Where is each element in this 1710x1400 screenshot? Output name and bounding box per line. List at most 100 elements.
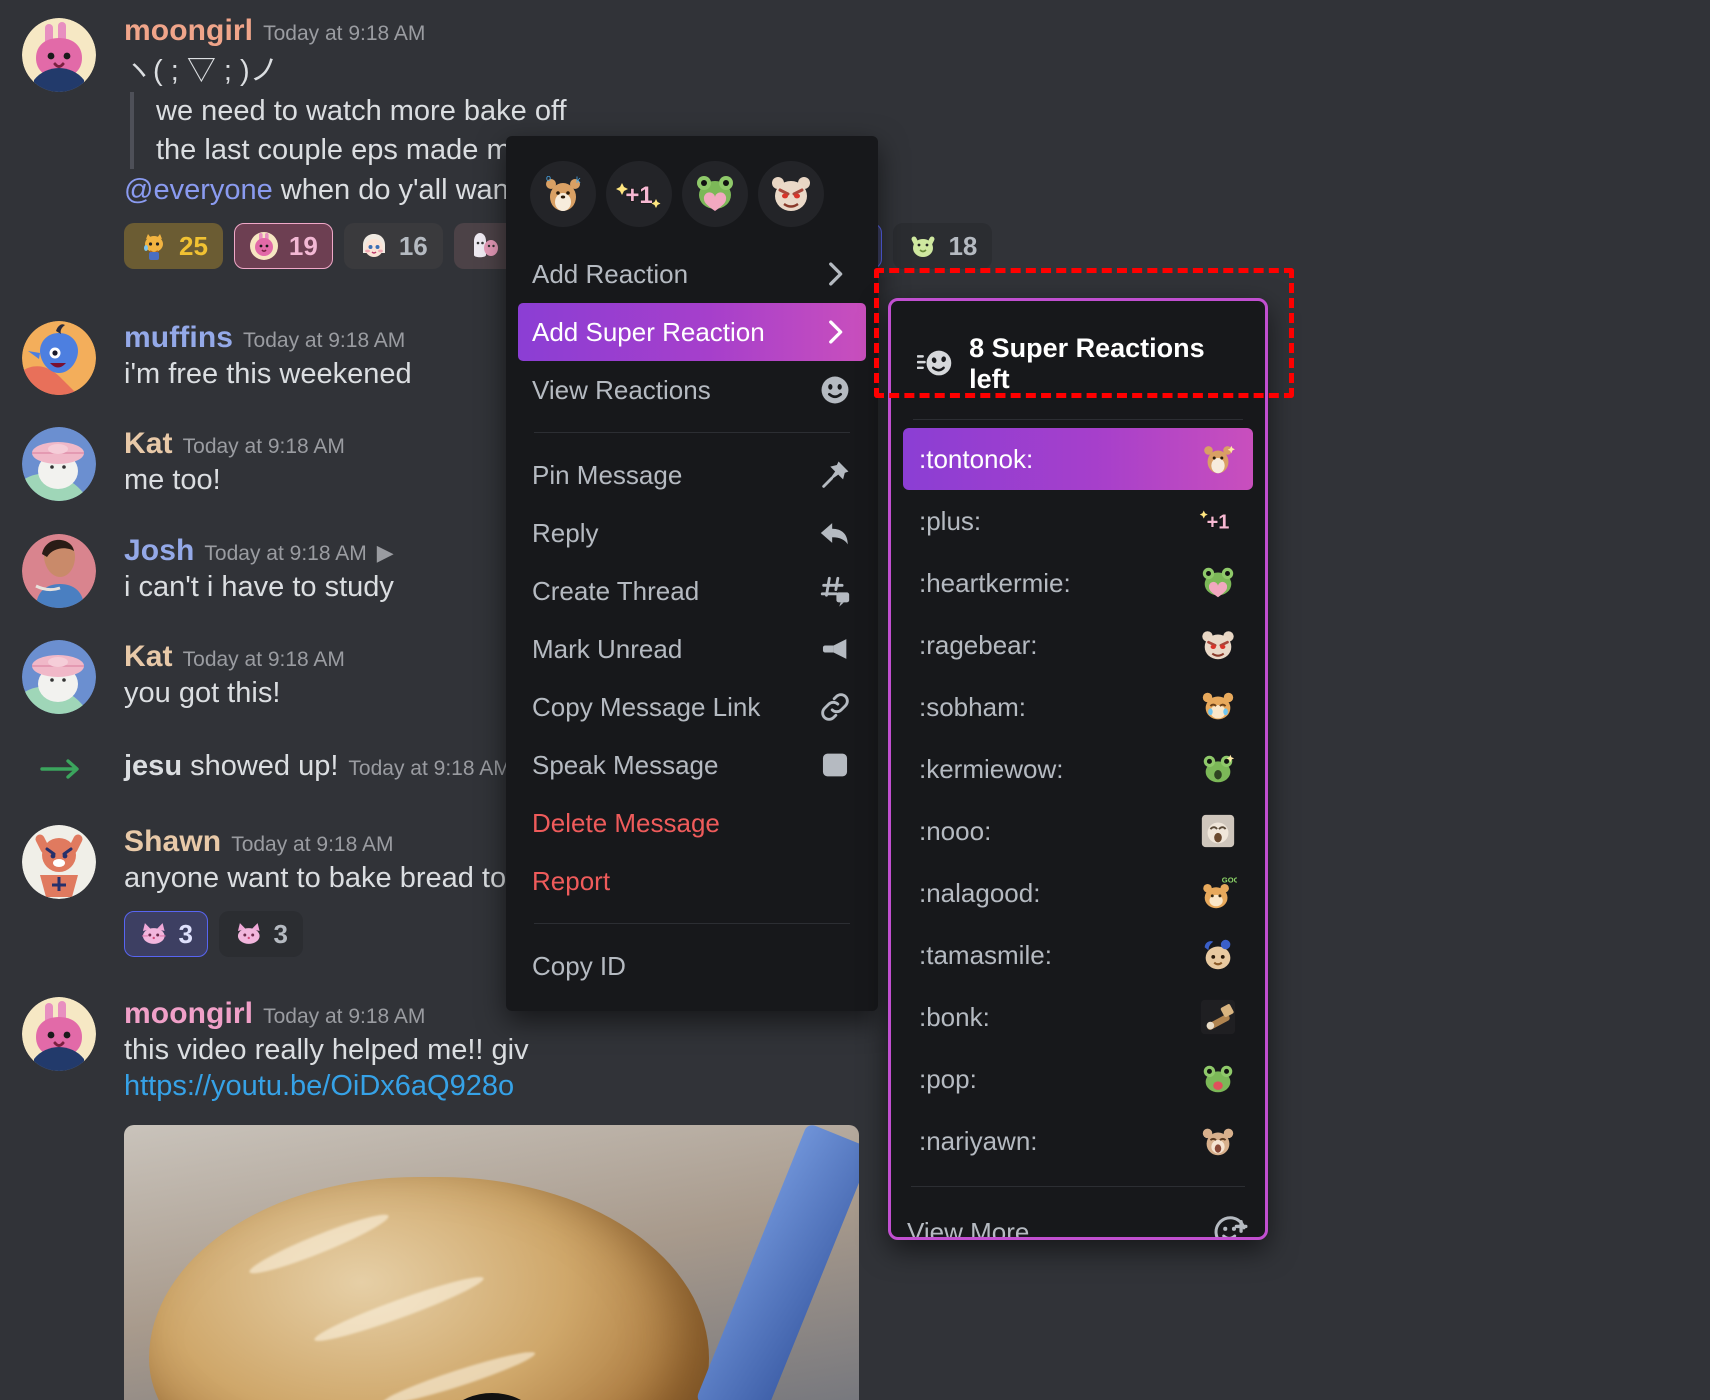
- context-item-view-reactions[interactable]: View Reactions: [518, 361, 866, 419]
- svg-text:k: k: [576, 175, 581, 185]
- label: Speak Message: [532, 749, 719, 780]
- reaction-pill[interactable]: 3: [219, 911, 303, 958]
- context-item-mark-unread[interactable]: Mark Unread: [518, 620, 866, 678]
- super-emoji-nalagood[interactable]: :nalagood: GOOD!: [903, 862, 1253, 924]
- label: Reply: [532, 517, 599, 548]
- label: Copy Message Link: [532, 691, 761, 722]
- message-text: this video really helped me!! giv: [124, 1034, 529, 1067]
- quick-reaction-heartkermie[interactable]: [682, 161, 748, 227]
- quick-reaction-row: o k +1: [506, 136, 878, 245]
- super-emoji-tontonok[interactable]: :tontonok:: [903, 428, 1253, 490]
- avatar[interactable]: [22, 639, 96, 714]
- context-item-speak-message[interactable]: Speak Message: [518, 736, 866, 794]
- reply-arrow-icon: [820, 523, 848, 545]
- join-action: showed up!: [182, 750, 339, 783]
- nariyawn-emoji: [1202, 1128, 1234, 1156]
- svg-text:+1: +1: [1207, 512, 1230, 534]
- avatar[interactable]: [22, 533, 96, 608]
- avatar[interactable]: [22, 997, 96, 1072]
- super-reaction-face-icon: [917, 350, 952, 376]
- face-smile-icon: [821, 376, 849, 404]
- context-item-pin-message[interactable]: Pin Message: [518, 446, 866, 504]
- quick-reaction-plus[interactable]: +1: [606, 161, 672, 227]
- avatar[interactable]: [22, 427, 96, 502]
- moonbun-emoji: [249, 232, 278, 261]
- pinkcat-emoji: [141, 923, 166, 945]
- reaction-pill[interactable]: 3: [124, 911, 208, 958]
- ragebear-emoji: [772, 177, 810, 211]
- everyone-mention[interactable]: @everyone: [124, 174, 273, 206]
- super-emoji-nooo[interactable]: :nooo:: [903, 800, 1253, 862]
- video-embed[interactable]: [124, 1124, 859, 1400]
- context-item-report[interactable]: Report: [518, 852, 866, 910]
- greenfrog-emoji: [911, 236, 935, 258]
- play-badge-icon: ▶: [376, 539, 394, 565]
- label: Add Super Reaction: [532, 316, 765, 347]
- reaction-pill[interactable]: 19: [233, 223, 333, 270]
- username[interactable]: Shawn: [124, 825, 221, 859]
- bonk-emoji: [1200, 999, 1236, 1035]
- emoji-label: :nariyawn:: [919, 1125, 1038, 1156]
- context-item-add-reaction[interactable]: Add Reaction: [518, 245, 866, 303]
- join-actor[interactable]: jesu: [124, 750, 182, 782]
- context-item-copy-id[interactable]: Copy ID: [518, 937, 866, 995]
- thread-icon: [820, 576, 850, 607]
- super-emoji-bonk[interactable]: :bonk:: [903, 986, 1253, 1048]
- context-menu-items: Add Reaction Add Super Reaction View Rea…: [506, 245, 878, 995]
- quick-reaction-tontonok[interactable]: o k: [530, 161, 596, 227]
- reaction-pill[interactable]: 16: [343, 223, 443, 270]
- emoji-label: :tamasmile:: [919, 939, 1052, 970]
- emoji-label: :sobham:: [919, 691, 1026, 722]
- context-item-delete-message[interactable]: Delete Message: [518, 794, 866, 852]
- submenu-footer-separator: [911, 1186, 1245, 1187]
- label: Mark Unread: [532, 633, 683, 664]
- reaction-pill[interactable]: 18: [893, 223, 993, 270]
- timestamp: Today at 9:18 AM: [263, 22, 426, 45]
- avatar[interactable]: [22, 321, 96, 396]
- super-emoji-plus[interactable]: :plus: +1: [903, 490, 1253, 552]
- super-emoji-sobham[interactable]: :sobham:: [903, 676, 1253, 738]
- emoji-plus-icon: [1214, 1216, 1248, 1237]
- reaction-count: 19: [288, 230, 318, 261]
- label: Create Thread: [532, 575, 700, 606]
- emoji-label: :nooo:: [919, 815, 992, 846]
- super-emoji-ragebear[interactable]: :ragebear:: [903, 614, 1253, 676]
- super-emoji-heartkermie[interactable]: :heartkermie:: [903, 552, 1253, 614]
- plus-one-emoji: +1: [1199, 510, 1230, 534]
- speak-icon: [822, 753, 848, 777]
- super-emoji-kermiewow[interactable]: :kermiewow:: [903, 738, 1253, 800]
- context-item-copy-message-link[interactable]: Copy Message Link: [518, 678, 866, 736]
- pop-emoji: [1203, 1065, 1233, 1093]
- username[interactable]: Josh: [124, 534, 194, 568]
- quick-reaction-ragebear[interactable]: [758, 161, 824, 227]
- avatar[interactable]: [22, 825, 96, 900]
- youtube-link-text[interactable]: https://youtu.be/OiDx6aQ928o: [124, 1070, 514, 1102]
- username[interactable]: moongirl: [124, 14, 253, 48]
- reaction-pill[interactable]: 25: [124, 223, 223, 270]
- context-item-reply[interactable]: Reply: [518, 504, 866, 562]
- timestamp: Today at 9:18 AM: [204, 541, 367, 565]
- tamasmile-emoji: [1204, 939, 1231, 970]
- context-item-create-thread[interactable]: Create Thread: [518, 562, 866, 620]
- ghostbear-emoji: [473, 233, 498, 258]
- quote-line-1: we need to watch more bake off: [156, 95, 567, 128]
- view-more-button[interactable]: View More: [891, 1201, 1265, 1237]
- message-link[interactable]: https://youtu.be/OiDx6aQ928o: [124, 1070, 980, 1103]
- username[interactable]: moongirl: [124, 997, 253, 1031]
- context-menu-separator: [534, 923, 850, 924]
- super-emoji-tamasmile[interactable]: :tamasmile:: [903, 924, 1253, 986]
- username[interactable]: muffins: [124, 321, 233, 355]
- super-emoji-nariyawn[interactable]: :nariyawn:: [903, 1110, 1253, 1172]
- username[interactable]: Kat: [124, 427, 173, 461]
- context-item-add-super-reaction[interactable]: Add Super Reaction: [518, 303, 866, 361]
- sobham-emoji: [1202, 692, 1234, 720]
- reaction-count: 18: [948, 230, 978, 261]
- svg-text:GOOD!: GOOD!: [1222, 876, 1237, 885]
- avatar[interactable]: [22, 18, 96, 92]
- message-context-menu: o k +1 Add Reaction Add Super Reaction V…: [506, 136, 878, 1011]
- username[interactable]: Kat: [124, 640, 173, 674]
- ragebear-emoji: [1202, 631, 1234, 660]
- super-emoji-pop[interactable]: :pop:: [903, 1048, 1253, 1110]
- reaction-count: 16: [398, 230, 428, 261]
- tontonok-emoji: o k: [546, 173, 581, 211]
